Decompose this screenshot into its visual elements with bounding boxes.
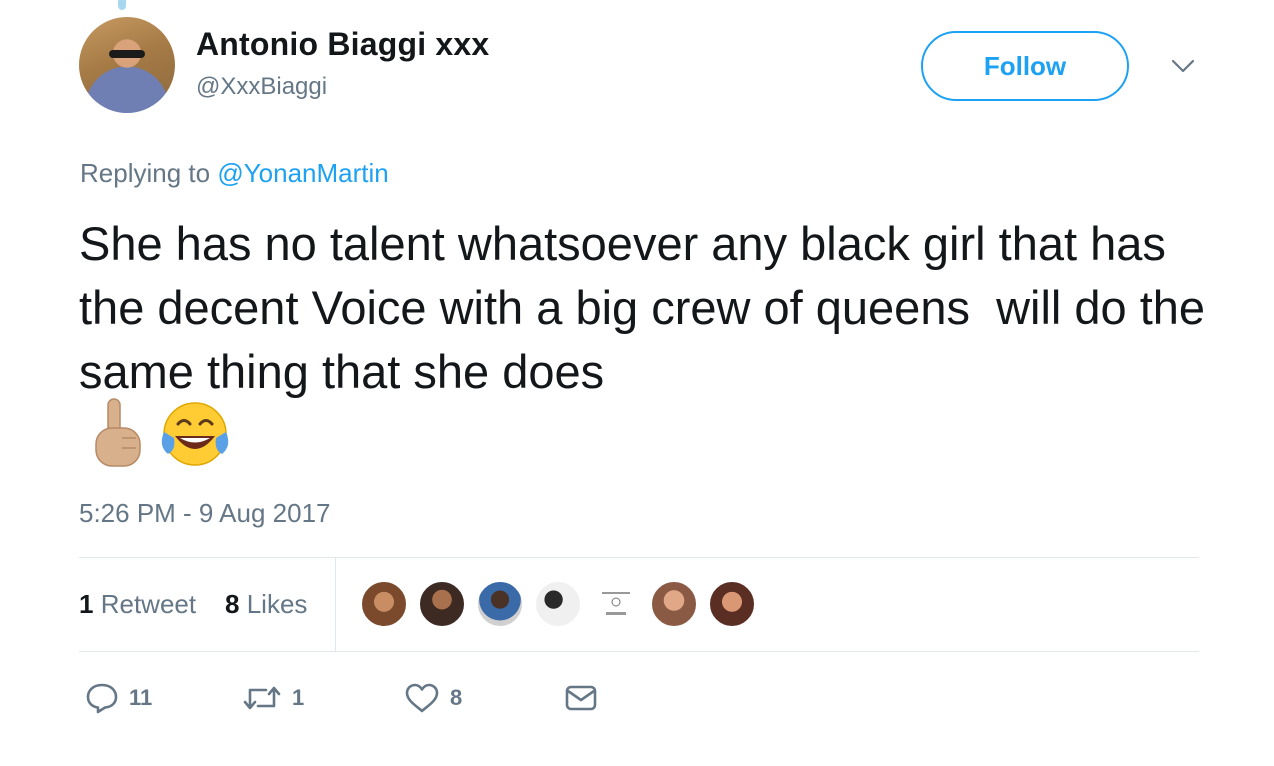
like-action[interactable]: 8 (404, 680, 462, 716)
author-avatar[interactable] (79, 17, 175, 113)
envelope-icon (565, 685, 597, 711)
reply-icon (86, 683, 118, 714)
heart-icon (405, 683, 439, 713)
likes-stat[interactable]: 8 Likes (225, 589, 307, 620)
retweets-label: Retweet (100, 589, 197, 619)
like-count: 8 (450, 685, 463, 710)
liker-avatar[interactable] (476, 580, 524, 628)
replying-to-handle-link[interactable]: @YonanMartin (217, 158, 388, 188)
face-with-tears-of-joy-icon (161, 402, 229, 466)
liker-avatar[interactable] (650, 580, 698, 628)
retweet-action[interactable]: 1 (242, 680, 304, 716)
liker-avatar[interactable] (360, 580, 408, 628)
stats-divider (335, 558, 336, 651)
tweet-timestamp[interactable]: 5:26 PM - 9 Aug 2017 (79, 498, 331, 529)
author-name[interactable]: Antonio Biaggi xxx (196, 26, 489, 63)
retweet-icon (243, 686, 281, 710)
likes-count: 8 (225, 589, 240, 619)
follow-button[interactable]: Follow (921, 31, 1129, 101)
liker-avatar[interactable] (708, 580, 756, 628)
retweet-count: 1 (292, 685, 305, 710)
reply-action[interactable]: 11 (85, 680, 152, 716)
reply-count: 11 (129, 685, 153, 710)
divider-top (79, 557, 1199, 558)
retweets-count: 1 (79, 589, 94, 619)
direct-message-action[interactable] (565, 680, 597, 716)
retweets-stat[interactable]: 1 Retweet (79, 589, 196, 620)
liker-avatar-graphic (602, 592, 630, 615)
thread-connector (118, 0, 126, 10)
avatar-glasses (109, 50, 145, 58)
author-handle[interactable]: @XxxBiaggi (196, 73, 327, 101)
replying-to-label: Replying to (80, 158, 211, 188)
likes-label: Likes (246, 589, 308, 619)
liker-avatar[interactable] (418, 580, 466, 628)
chevron-down-icon[interactable] (1170, 56, 1196, 76)
liker-avatar[interactable] (534, 580, 582, 628)
middle-finger-icon (95, 398, 141, 467)
tweet-text: She has no talent whatsoever any black g… (79, 217, 1219, 398)
divider-bottom (79, 651, 1199, 652)
replying-to-line: Replying to @YonanMartin (80, 158, 389, 189)
liker-avatar[interactable] (592, 580, 640, 628)
